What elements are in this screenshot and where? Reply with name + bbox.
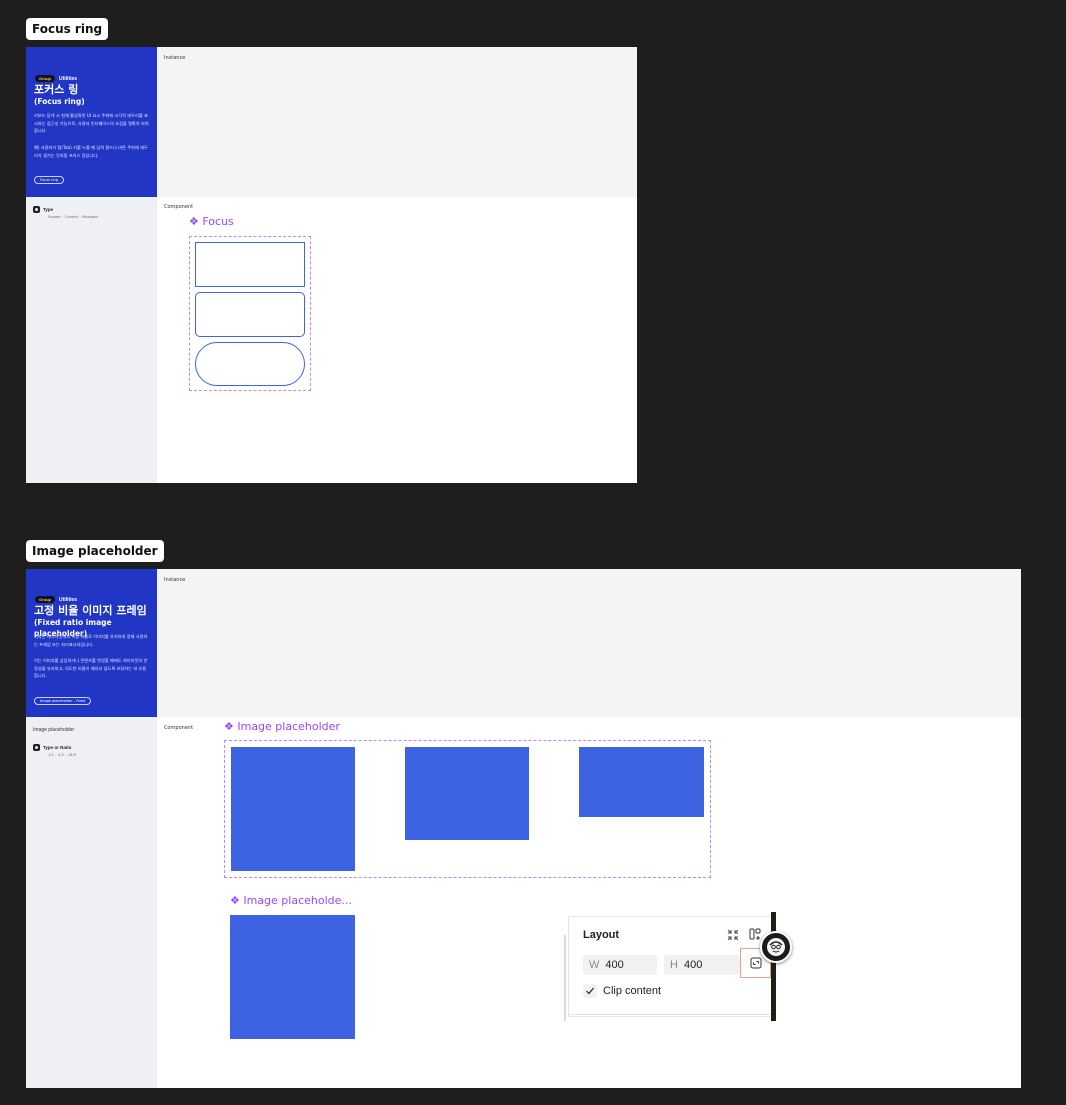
- height-value: 400: [683, 959, 703, 971]
- width-field[interactable]: W 400: [583, 955, 657, 975]
- canvas-edge-strip: [771, 912, 776, 1021]
- prop-ratio-row[interactable]: Type or Ratio: [33, 744, 71, 751]
- hero-title-ko: 포커스 링: [34, 83, 79, 96]
- hero-pill-link[interactable]: Image placeholder - Fixed: [34, 697, 92, 705]
- prop-type-row[interactable]: Type: [33, 206, 53, 213]
- panel-divider: [569, 1014, 771, 1015]
- component-label: Component: [164, 725, 194, 731]
- instance-label: Instance: [164, 577, 186, 583]
- instance-label: Instance: [164, 55, 186, 61]
- image-component-set[interactable]: [224, 740, 711, 878]
- hero-title-ko: 고정 비율 이미지 프레임: [34, 604, 147, 617]
- image-placeholder-section-tag[interactable]: Image placeholder: [26, 540, 164, 562]
- image-placeholder-frame: Group Utilities 고정 비율 이미지 프레임 (Fixed rati…: [26, 569, 1021, 1088]
- hero-description-1: 디자인 레이아웃에서 특정 비율로 이미지를 유지하여 정해 사용하는 프레임 …: [34, 634, 148, 647]
- ratio-lock-icon: [750, 957, 762, 969]
- height-label: H: [670, 959, 678, 971]
- focus-component-set[interactable]: [189, 236, 311, 391]
- placeholder-instance[interactable]: [230, 915, 355, 1039]
- collaborator-avatar[interactable]: [760, 931, 792, 963]
- placeholder-16-9[interactable]: [579, 747, 704, 817]
- prop-ratio-options: ◦ 1:1 ◦ 4:3 ◦ 16:9: [45, 753, 76, 757]
- layout-title: Layout: [583, 929, 620, 941]
- focus-hero-card: Group Utilities 포커스 링 (Focus ring) 키보드 탐색…: [26, 47, 157, 197]
- placeholder-4-3[interactable]: [405, 747, 529, 840]
- prop-type-options: ◦ Square ◦ Current ◦ Rounded: [45, 215, 98, 219]
- height-field[interactable]: H 400: [664, 955, 740, 975]
- category-label: Utilities: [59, 76, 78, 82]
- focus-variant-rounded[interactable]: [195, 342, 305, 386]
- hero-pill-wrap: Focus ring: [34, 168, 64, 186]
- category-label: Utilities: [59, 597, 78, 603]
- focus-component-title[interactable]: ❖ Focus: [189, 215, 234, 228]
- focus-props-sidebar: Type ◦ Square ◦ Current ◦ Rounded: [26, 197, 157, 483]
- group-badge: Group: [35, 75, 55, 82]
- checkmark-icon: [586, 987, 594, 995]
- panel-edge: [564, 935, 566, 1021]
- layout-panel: Layout W 400 H 400 Clip content: [568, 916, 771, 1017]
- placeholder-1-1[interactable]: [231, 747, 355, 871]
- width-label: W: [589, 959, 600, 971]
- hero-pill-link[interactable]: Focus ring: [34, 176, 64, 184]
- image-instance-title[interactable]: ❖ Image placeholde...: [230, 894, 352, 907]
- focus-variant-square[interactable]: [195, 242, 305, 287]
- focus-ring-frame: Group Utilities 포커스 링 (Focus ring) 키보드 탐색…: [26, 47, 637, 483]
- hero-pill-wrap: Image placeholder - Fixed: [34, 689, 92, 707]
- image-props-sidebar: Image placeholder Type or Ratio ◦ 1:1 ◦ …: [26, 717, 157, 1088]
- hero-description-2: 예) 사용자가 탭(Tab) 키를 누를 때 입력 필드나 버튼 주위에 테두리…: [34, 145, 148, 158]
- collapse-icon[interactable]: [727, 928, 739, 941]
- hero-description-2: 이는 이미지를 삽입하거나 콘텐츠를 변경할 때에도 레이아웃의 안정성을 유지…: [34, 658, 148, 678]
- focus-variant-current[interactable]: [195, 292, 305, 337]
- clip-content-checkbox[interactable]: [583, 984, 597, 998]
- hero-title-en: (Focus ring): [34, 97, 85, 106]
- image-component-title[interactable]: ❖ Image placeholder: [224, 720, 340, 733]
- group-badge: Group: [35, 596, 55, 603]
- width-value: 400: [605, 959, 624, 971]
- hero-description-1: 키보드 탐색 시 현재 활성화된 UI 요소 주위에 시각적 테두리를 표시하는…: [34, 113, 149, 133]
- instance-area: Instance: [157, 47, 637, 197]
- sidebar-heading: Image placeholder: [33, 727, 75, 733]
- instance-area: Instance: [157, 569, 1021, 717]
- prop-ratio-name: Type or Ratio: [43, 745, 72, 750]
- variant-property-icon: [33, 206, 40, 213]
- focus-ring-section-tag[interactable]: Focus ring: [26, 18, 109, 40]
- prop-type-name: Type: [43, 207, 54, 212]
- avatar-face-icon: [767, 938, 785, 956]
- image-hero-card: Group Utilities 고정 비율 이미지 프레임 (Fixed rati…: [26, 569, 157, 717]
- clip-content-label: Clip content: [603, 985, 662, 997]
- variant-property-icon: [33, 744, 40, 751]
- component-label: Component: [164, 204, 194, 210]
